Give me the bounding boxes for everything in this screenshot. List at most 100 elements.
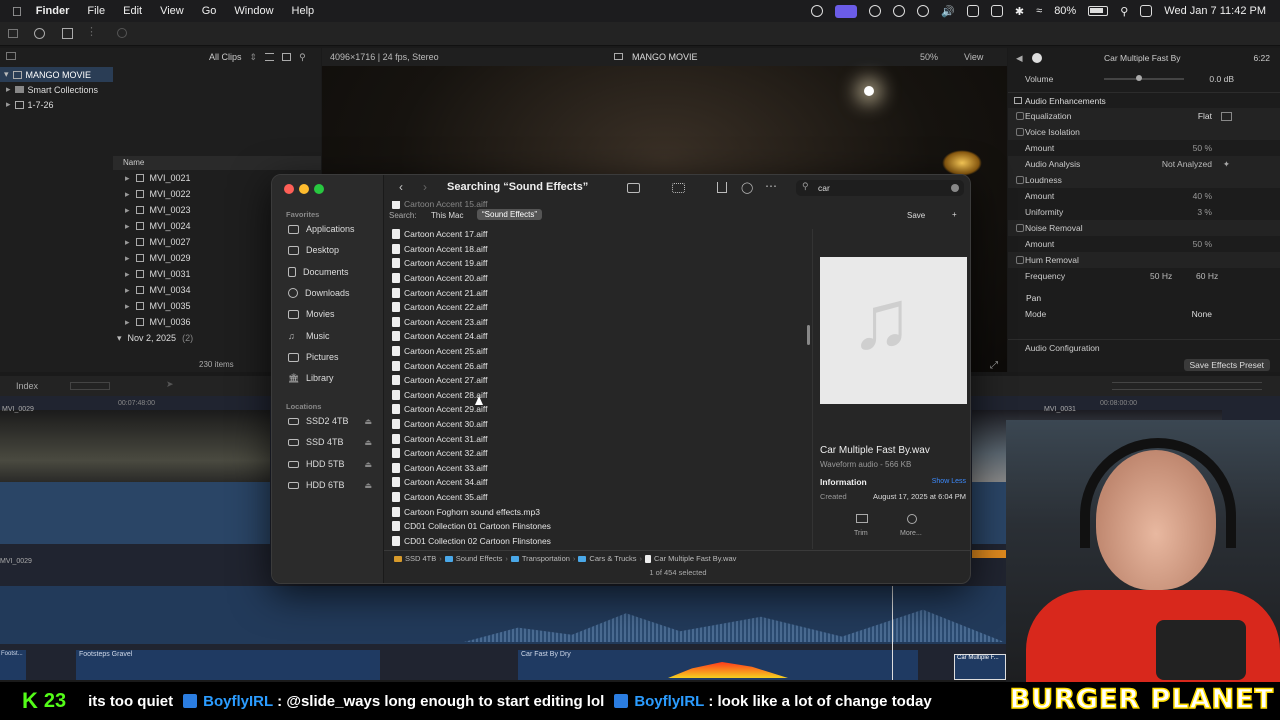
trim-icon[interactable] xyxy=(856,514,868,523)
smart-collections-row[interactable]: ▸ Smart Collections xyxy=(0,82,113,97)
path-item[interactable]: SSD 4TB xyxy=(405,554,436,563)
show-less-link[interactable]: Show Less xyxy=(932,478,966,485)
clear-search-icon[interactable] xyxy=(951,184,959,192)
zoom-level[interactable]: 50% xyxy=(920,52,938,62)
scope-this-mac[interactable]: This Mac xyxy=(431,211,463,220)
group-view-icon[interactable] xyxy=(672,183,685,193)
titles-icon[interactable] xyxy=(62,28,73,39)
eq-graph-icon[interactable] xyxy=(1221,111,1232,121)
search-icon[interactable]: ⚲ xyxy=(1120,5,1128,18)
menu-window[interactable]: Window xyxy=(234,5,273,17)
freq-60-radio[interactable]: 60 Hz xyxy=(1196,271,1218,281)
vi-amount-value[interactable]: 50 % xyxy=(1193,143,1212,153)
disclosure-closed-icon[interactable]: ▸ xyxy=(6,99,11,110)
screen-record-icon[interactable] xyxy=(811,5,824,17)
menu-go[interactable]: Go xyxy=(202,5,217,17)
clip-body-left[interactable] xyxy=(0,482,270,544)
photos-icon[interactable] xyxy=(34,28,45,39)
sidebar-item-downloads[interactable]: Downloads xyxy=(288,284,380,302)
disclosure-closed-icon[interactable]: ▸ xyxy=(125,317,130,328)
menu-edit[interactable]: Edit xyxy=(123,5,142,17)
disclosure-closed-icon[interactable]: ▸ xyxy=(125,189,130,200)
back-button[interactable]: ‹ xyxy=(399,180,403,194)
filter-icon[interactable] xyxy=(6,52,16,60)
forward-button[interactable]: › xyxy=(423,180,427,194)
eject-icon[interactable]: ⏏ xyxy=(364,481,372,490)
menu-app-name[interactable]: Finder xyxy=(36,5,70,17)
freq-50-radio[interactable]: 50 Hz xyxy=(1150,271,1172,281)
clock[interactable]: Wed Jan 7 11:42 PM xyxy=(1164,5,1266,17)
video-clip-left[interactable]: MVI_0029 xyxy=(0,406,270,482)
pointer-tool-icon[interactable]: ➤ xyxy=(166,379,174,390)
save-search-button[interactable]: Save xyxy=(907,211,925,220)
sidebar-item-pictures[interactable]: Pictures xyxy=(288,348,380,366)
hum-removal-checkbox[interactable] xyxy=(1016,256,1024,264)
menu-view[interactable]: View xyxy=(160,5,184,17)
save-effects-preset-button[interactable]: Save Effects Preset xyxy=(1183,359,1270,371)
event-row[interactable]: ▸ 1-7-26 xyxy=(0,97,113,112)
file-row[interactable]: Cartoon Accent 28.aiff xyxy=(392,388,487,403)
file-row[interactable]: Cartoon Accent 33.aiff xyxy=(392,461,487,476)
disclosure-open-icon[interactable]: ▾ xyxy=(117,333,122,344)
eject-icon[interactable]: ⏏ xyxy=(364,460,372,469)
file-row[interactable]: Cartoon Accent 22.aiff xyxy=(392,300,487,315)
fullscreen-icon[interactable]: ⤢ xyxy=(990,360,998,371)
disclosure-open-icon[interactable]: ▾ xyxy=(4,69,9,80)
key-icon[interactable]: ⋮ xyxy=(86,25,97,38)
loudness-amount-value[interactable]: 40 % xyxy=(1193,191,1212,201)
airplay-icon[interactable] xyxy=(990,5,1003,17)
path-item[interactable]: Cars & Trucks xyxy=(589,554,636,563)
volume-value[interactable]: 0.0 dB xyxy=(1209,74,1234,84)
scope-sound-effects[interactable]: “Sound Effects” xyxy=(477,209,542,220)
edit-tools-icon[interactable] xyxy=(70,382,110,390)
disclosure-closed-icon[interactable]: ▸ xyxy=(125,285,130,296)
file-row[interactable]: Cartoon Accent 27.aiff xyxy=(392,373,487,388)
tag-icon[interactable]: ◯ xyxy=(741,181,753,194)
path-item[interactable]: Car Multiple Fast By.wav xyxy=(654,554,736,563)
more-icon[interactable] xyxy=(907,514,917,524)
list-scrollbar[interactable] xyxy=(807,325,810,345)
library-row[interactable]: ▾ MANGO MOVIE xyxy=(0,67,113,82)
volume-icon[interactable]: 🔊 xyxy=(941,5,955,18)
file-row[interactable]: Cartoon Accent 23.aiff xyxy=(392,315,487,330)
file-row[interactable]: Cartoon Accent 35.aiff xyxy=(392,490,487,505)
info-icon[interactable] xyxy=(1032,53,1042,63)
file-row[interactable]: Cartoon Accent 31.aiff xyxy=(392,431,487,446)
disclosure-closed-icon[interactable]: ▸ xyxy=(125,221,130,232)
file-row[interactable]: Cartoon Foghorn sound effects.mp3 xyxy=(392,504,540,519)
nr-amount-value[interactable]: 50 % xyxy=(1193,239,1212,249)
sidebar-item-music[interactable]: ♫ Music xyxy=(288,327,380,345)
search-field[interactable]: ⚲ car xyxy=(796,180,964,196)
file-row[interactable]: Cartoon Accent 25.aiff xyxy=(392,344,487,359)
eq-value[interactable]: Flat xyxy=(1198,111,1212,121)
background-task-icon[interactable] xyxy=(117,28,127,38)
equalization-checkbox[interactable] xyxy=(1016,112,1024,120)
file-row[interactable]: Cartoon Accent 34.aiff xyxy=(392,475,487,490)
sidebar-item-ssd2[interactable]: SSD2 4TB ⏏ xyxy=(288,412,380,430)
clip-appearance-icon[interactable] xyxy=(282,53,292,61)
wifi-icon[interactable]: ≈ xyxy=(1036,5,1042,17)
sidebar-item-applications[interactable]: Applications xyxy=(288,220,380,238)
display-icon[interactable] xyxy=(966,5,979,17)
sidebar-item-library[interactable]: 🏛 Library xyxy=(288,369,380,387)
file-row[interactable]: Cartoon Accent 21.aiff xyxy=(392,285,487,300)
file-row[interactable]: CD01 Collection 02 Cartoon Flinstones xyxy=(392,534,551,549)
share-icon[interactable] xyxy=(717,182,727,193)
status-icon[interactable] xyxy=(869,5,882,17)
menu-help[interactable]: Help xyxy=(292,5,315,17)
bluetooth-icon[interactable]: ✱ xyxy=(1015,5,1024,18)
file-row[interactable]: Cartoon Accent 30.aiff xyxy=(392,417,487,432)
loudness-checkbox[interactable] xyxy=(1016,176,1024,184)
file-row[interactable]: Cartoon Accent 24.aiff xyxy=(392,329,487,344)
name-column-header[interactable]: Name xyxy=(113,156,321,170)
stage-manager-icon[interactable] xyxy=(835,4,858,18)
sidebar-item-desktop[interactable]: Desktop xyxy=(288,241,380,259)
control-center-icon[interactable] xyxy=(1140,5,1153,17)
disclosure-closed-icon[interactable]: ▸ xyxy=(125,301,130,312)
column-view-icon[interactable] xyxy=(627,183,640,193)
audio-tab-icon[interactable]: ◀ xyxy=(1016,53,1023,64)
disclosure-closed-icon[interactable]: ▸ xyxy=(125,173,130,184)
path-item[interactable]: Transportation xyxy=(522,554,570,563)
file-row[interactable]: Cartoon Accent 26.aiff xyxy=(392,358,487,373)
file-row[interactable]: Cartoon Accent 20.aiff xyxy=(392,271,487,286)
